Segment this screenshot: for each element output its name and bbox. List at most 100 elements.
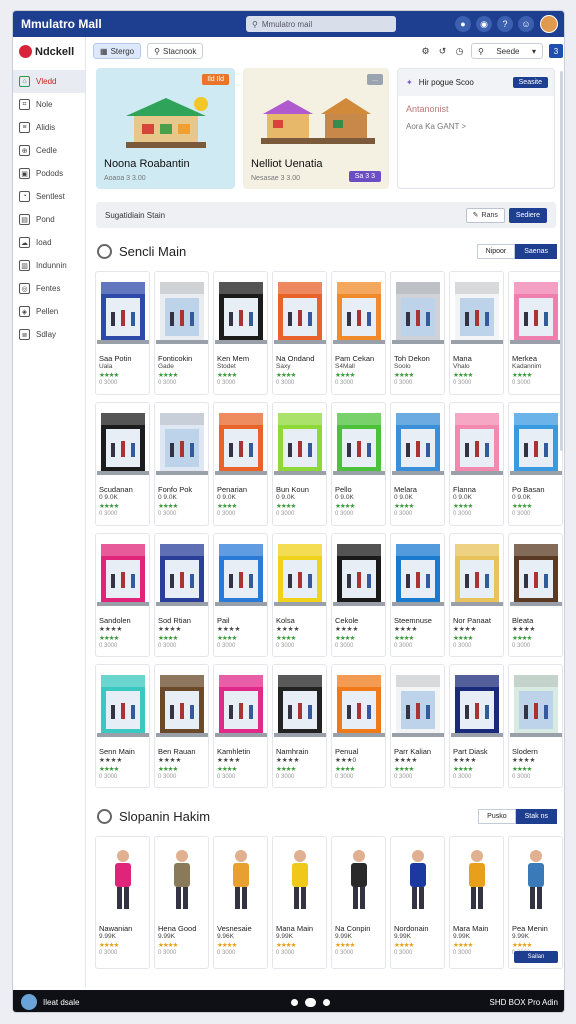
- rating-stars: ★★★★: [335, 766, 355, 773]
- product-card[interactable]: Na Conpin 9.99K ★★★★ 0 3000: [331, 836, 386, 969]
- store-card[interactable]: Pello 0 9.0K ★★★★ 0 3000: [331, 402, 386, 526]
- sidebar-item-2[interactable]: ≡ Alidis: [13, 116, 85, 139]
- store-card[interactable]: Penual ★★★0 ★★★★ 0 3000: [331, 664, 386, 788]
- store-card[interactable]: Bleata ★★★★ ★★★★ 0 3000: [508, 533, 563, 657]
- store-card[interactable]: Melara 0 9.0K ★★★★ 0 3000: [390, 402, 445, 526]
- sidebar-item-11[interactable]: ≣ Sdlay: [13, 323, 85, 346]
- store-card[interactable]: Na Ondand Saxy ★★★★ 0 3000: [272, 271, 327, 395]
- scrollbar[interactable]: [560, 71, 563, 451]
- promo-banner-2[interactable]: ... Nelliot Uenatia Nesasae 3 3.00 Sa 3 …: [243, 68, 389, 189]
- store-card[interactable]: Nor Panaat ★★★★ ★★★★ 0 3000: [449, 533, 504, 657]
- sidebar-item-1[interactable]: ⌗ Nole: [13, 93, 85, 116]
- card-button[interactable]: Sailan: [514, 951, 558, 963]
- sidebar-item-5[interactable]: ◔ Sentlest: [13, 185, 85, 208]
- toggle-option-2[interactable]: Stak ns: [515, 808, 557, 824]
- product-card[interactable]: Pea Menin 9.99K ★★★★ 0 3000Sailan: [508, 836, 563, 969]
- store-card[interactable]: Scudanan 0 9.0K ★★★★ 0 3000: [95, 402, 150, 526]
- store-card[interactable]: Pail ★★★★ ★★★★ 0 3000: [213, 533, 268, 657]
- store-card[interactable]: Slodern ★★★★ ★★★★ 0 3000: [508, 664, 563, 788]
- store-card[interactable]: Penarian 0 9.0K ★★★★ 0 3000: [213, 402, 268, 526]
- avatar[interactable]: [540, 15, 558, 33]
- product-card[interactable]: Mara Main 9.99K ★★★★ 0 3000: [449, 836, 504, 969]
- sidebar-item-0[interactable]: ⌂ Vledd: [13, 70, 85, 93]
- store-card[interactable]: Flanna 0 9.0K ★★★★ 0 3000: [449, 402, 504, 526]
- brand-logo[interactable]: Ndckell: [13, 37, 85, 70]
- store-card[interactable]: Namhrain ★★★★ ★★★★ 0 3000: [272, 664, 327, 788]
- store-card[interactable]: Bun Koun 0 9.0K ★★★★ 0 3000: [272, 402, 327, 526]
- sidebar-item-3[interactable]: ⊕ Cedle: [13, 139, 85, 162]
- settings-icon[interactable]: ⚙: [420, 46, 431, 57]
- filter-button-2[interactable]: Sediere: [508, 207, 547, 223]
- store-card[interactable]: Pam Cekan S4Mall ★★★★ 0 3000: [331, 271, 386, 395]
- banner-pill[interactable]: Sa 3 3: [348, 171, 381, 182]
- history-icon[interactable]: ↺: [437, 46, 448, 57]
- product-card[interactable]: Hena Good 9.99K ★★★★ 0 3000: [154, 836, 209, 969]
- section-header-products: Slopanin Hakim Pusko Stak ns: [97, 807, 557, 825]
- store-card[interactable]: Fonticokin Gade ★★★★ 0 3000: [154, 271, 209, 395]
- sidebar-item-10[interactable]: ◈ Pellen: [13, 300, 85, 323]
- card-subtitle: Kadannim: [512, 363, 542, 370]
- store-card[interactable]: Kamhletin ★★★★ ★★★★ 0 3000: [213, 664, 268, 788]
- star-icon: ✦: [406, 78, 413, 87]
- banner-subtitle: Aoaoa 3 3.00: [104, 175, 146, 182]
- page-dots[interactable]: [290, 997, 330, 1007]
- mic-icon[interactable]: ●: [455, 16, 471, 32]
- store-card[interactable]: Toh Dekon Soolo ★★★★ 0 3000: [390, 271, 445, 395]
- avatar[interactable]: [21, 994, 37, 1010]
- profile-icon[interactable]: ☺: [518, 16, 534, 32]
- card-title: Flanna: [453, 485, 476, 494]
- store-card[interactable]: Senn Main ★★★★ ★★★★ 0 3000: [95, 664, 150, 788]
- store-card[interactable]: Parr Kalian ★★★★ ★★★★ 0 3000: [390, 664, 445, 788]
- page-dot[interactable]: [290, 998, 298, 1006]
- tab-stergo[interactable]: ▦ Stergo: [93, 43, 142, 59]
- store-card[interactable]: Saa Potin Uala ★★★★ 0 3000: [95, 271, 150, 395]
- sidebar-item-8[interactable]: ▥ Indunnin: [13, 254, 85, 277]
- sidebar-item-4[interactable]: ▣ Podods: [13, 162, 85, 185]
- sidebar-item-7[interactable]: ☁ Ioad: [13, 231, 85, 254]
- toggle-option-1[interactable]: Nipoor: [476, 243, 516, 259]
- toggle-option-1[interactable]: Pusko: [478, 808, 516, 824]
- store-card[interactable]: Ben Rauan ★★★★ ★★★★ 0 3000: [154, 664, 209, 788]
- notification-icon[interactable]: ◉: [476, 16, 492, 32]
- info-panel-line-1[interactable]: Antanonist: [406, 104, 449, 114]
- storefront-image: [96, 413, 149, 475]
- page-dot[interactable]: [322, 998, 330, 1006]
- app-title: Mmulatro Mall: [21, 17, 102, 31]
- info-panel-line-2[interactable]: Aora Ka GANT >: [406, 122, 466, 131]
- search-input[interactable]: ⚲ Mmulatro mail: [246, 16, 396, 32]
- store-card[interactable]: Ken Mem Stodet ★★★★ 0 3000: [213, 271, 268, 395]
- sort-select[interactable]: ⚲ Seede ▾: [471, 43, 543, 59]
- filter-button-1[interactable]: ✎ Rans: [465, 207, 505, 223]
- toggle-option-2[interactable]: Saenas: [515, 243, 557, 259]
- store-card[interactable]: Merkea Kadannim ★★★★ 0 3000: [508, 271, 563, 395]
- promo-banner-1[interactable]: Ild Ild Noona Roabantin Aoaoa 3 3.00: [96, 68, 235, 189]
- tab-stacnook[interactable]: ⚲ Stacnook: [147, 43, 204, 59]
- rating-stars: ★★★★: [512, 942, 532, 949]
- clock-icon[interactable]: ◷: [454, 46, 465, 57]
- store-card[interactable]: Cekole ★★★★ ★★★★ 0 3000: [331, 533, 386, 657]
- store-card[interactable]: Po Basan 0 9.0K ★★★★ 0 3000: [508, 402, 563, 526]
- product-card[interactable]: Nawanian 9.99K ★★★★ 0 3000: [95, 836, 150, 969]
- card-image: [155, 272, 208, 352]
- help-icon[interactable]: ?: [497, 16, 513, 32]
- sidebar-item-9[interactable]: ◎ Fentes: [13, 277, 85, 300]
- card-title: Nawanian: [99, 924, 133, 933]
- product-card[interactable]: Nordonain 9.99K ★★★★ 0 3000: [390, 836, 445, 969]
- product-card[interactable]: Vesnesaie 9.96K ★★★★ 0 3000: [213, 836, 268, 969]
- store-card[interactable]: Fonfo Pok 0 9.0K ★★★★ 0 3000: [154, 402, 209, 526]
- sort-select-value: Seede: [496, 46, 520, 56]
- store-card[interactable]: Sod Rtian ★★★★ ★★★★ 0 3000: [154, 533, 209, 657]
- layers-icon: ≣: [19, 329, 30, 340]
- info-panel-button[interactable]: Seasite: [512, 77, 548, 88]
- card-title: Kolsa: [276, 616, 295, 625]
- store-card[interactable]: Mana Vhalo ★★★★ 0 3000: [449, 271, 504, 395]
- sidebar-item-6[interactable]: ▤ Pond: [13, 208, 85, 231]
- store-card[interactable]: Steemnuse ★★★★ ★★★★ 0 3000: [390, 533, 445, 657]
- card-subtitle: 9.96K: [217, 933, 234, 940]
- count-badge[interactable]: 3: [549, 44, 563, 58]
- store-card[interactable]: Kolsa ★★★★ ★★★★ 0 3000: [272, 533, 327, 657]
- product-card[interactable]: Mana Main 9.99K ★★★★ 0 3000: [272, 836, 327, 969]
- store-card[interactable]: Part Diask ★★★★ ★★★★ 0 3000: [449, 664, 504, 788]
- store-card[interactable]: Sandolen ★★★★ ★★★★ 0 3000: [95, 533, 150, 657]
- page-dot-active[interactable]: [304, 997, 316, 1007]
